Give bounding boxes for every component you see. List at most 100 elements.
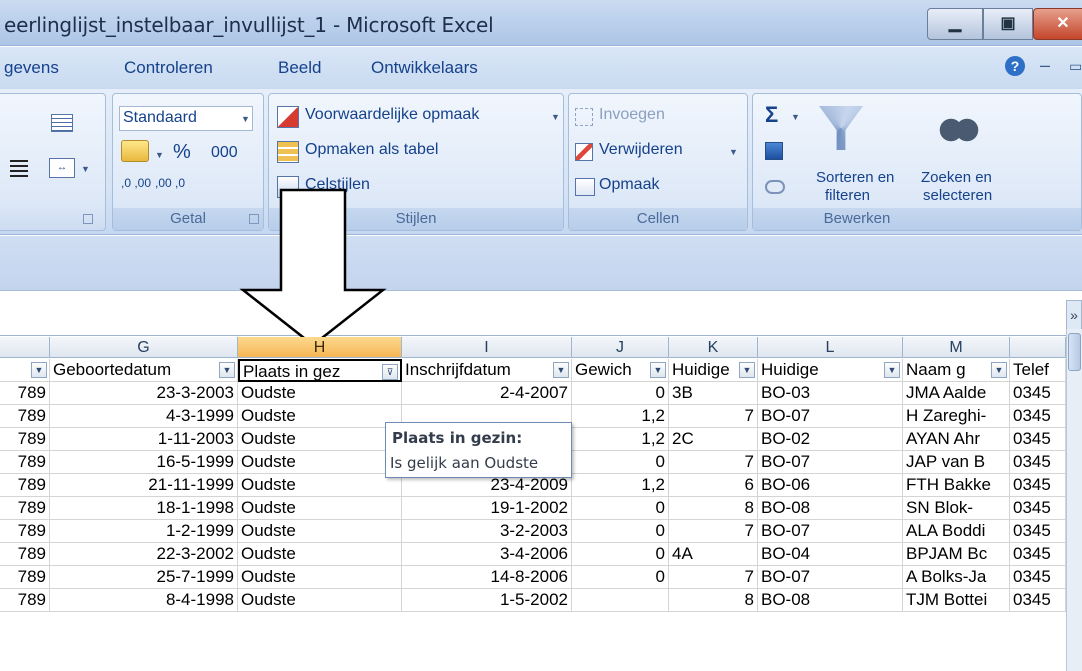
table-cell[interactable]: 789	[0, 566, 50, 589]
maximize-button[interactable]: ▣	[983, 8, 1033, 40]
filter-dropdown-icon[interactable]: ▼	[739, 362, 755, 378]
table-cell[interactable]: TJM Bottei	[903, 589, 1010, 612]
table-cell[interactable]: Oudste	[238, 428, 402, 451]
table-cell[interactable]: 1,2	[572, 428, 669, 451]
table-cell[interactable]: 0	[572, 566, 669, 589]
table-cell[interactable]: 25-7-1999	[50, 566, 238, 589]
autosum-icon[interactable]: Σ	[765, 102, 778, 128]
find-select-line1[interactable]: Zoeken en	[921, 169, 992, 186]
table-cell[interactable]: 0345	[1010, 566, 1066, 589]
table-cell[interactable]: BO-08	[758, 497, 903, 520]
help-icon[interactable]: ?	[1005, 56, 1025, 76]
table-cell[interactable]: 6	[669, 474, 758, 497]
table-cell[interactable]: 7	[669, 520, 758, 543]
table-cell[interactable]: Oudste	[238, 566, 402, 589]
table-cell[interactable]: 2-4-2007	[402, 382, 572, 405]
table-cell[interactable]: 21-11-1999	[50, 474, 238, 497]
header-cell[interactable]: Huidige ▼	[669, 359, 758, 382]
table-cell[interactable]: 0	[572, 382, 669, 405]
table-cell[interactable]: Oudste	[238, 589, 402, 612]
column-letter-M[interactable]: M	[903, 337, 1010, 358]
table-cell[interactable]: 18-1-1998	[50, 497, 238, 520]
tab-controleren[interactable]: Controleren	[124, 58, 213, 78]
minimize-button[interactable]: ▁	[927, 8, 983, 40]
table-cell[interactable]: 4-3-1999	[50, 405, 238, 428]
thousands-button[interactable]: 000	[211, 144, 238, 162]
filter-dropdown-icon[interactable]: ▼	[219, 362, 235, 378]
table-cell[interactable]: 0	[572, 497, 669, 520]
header-cell[interactable]: Geboortedatum ▼	[50, 359, 238, 382]
header-cell[interactable]: Naam g ▼	[903, 359, 1010, 382]
table-cell[interactable]: 19-1-2002	[402, 497, 572, 520]
header-cell[interactable]: Inschrijfdatum ▼	[402, 359, 572, 382]
table-cell[interactable]: BO-04	[758, 543, 903, 566]
table-cell[interactable]: FTH Bakke	[903, 474, 1010, 497]
find-select-line2[interactable]: selecteren	[923, 187, 992, 204]
table-cell[interactable]: 7	[669, 566, 758, 589]
format-as-table-button[interactable]: Opmaken als tabel	[305, 141, 438, 159]
percent-button[interactable]: %	[173, 141, 191, 164]
table-cell[interactable]: 8	[669, 497, 758, 520]
table-cell[interactable]: 3-4-2006	[402, 543, 572, 566]
header-cell[interactable]: Telef▼	[1010, 359, 1066, 382]
table-cell[interactable]: 0345	[1010, 520, 1066, 543]
decrease-decimal-button[interactable]: ,00 ,0	[155, 177, 185, 189]
merge-cells-icon[interactable]: ↔	[49, 158, 75, 178]
table-cell[interactable]	[572, 589, 669, 612]
table-cell[interactable]: BO-07	[758, 451, 903, 474]
table-cell[interactable]: 1-11-2003	[50, 428, 238, 451]
increase-decimal-button[interactable]: ,0 ,00	[121, 177, 151, 189]
formula-bar[interactable]	[0, 292, 1082, 336]
scrollbar-thumb[interactable]	[1068, 333, 1081, 371]
table-cell[interactable]: 22-3-2002	[50, 543, 238, 566]
table-cell[interactable]: 0	[572, 520, 669, 543]
table-cell[interactable]: 789	[0, 428, 50, 451]
sort-filter-line1[interactable]: Sorteren en	[816, 169, 894, 186]
table-cell[interactable]: Oudste	[238, 474, 402, 497]
table-cell[interactable]: 1,2	[572, 474, 669, 497]
tab-gegevens[interactable]: gevens	[4, 58, 59, 78]
format-cells-button[interactable]: Opmaak	[599, 176, 659, 194]
table-cell[interactable]: 0	[572, 543, 669, 566]
column-letter-J[interactable]: J	[572, 337, 669, 358]
table-cell[interactable]: SN Blok-	[903, 497, 1010, 520]
delete-button[interactable]: Verwijderen	[599, 141, 683, 159]
table-cell[interactable]: Oudste	[238, 520, 402, 543]
column-letter-I[interactable]: I	[402, 337, 572, 358]
table-cell[interactable]: 1-2-1999	[50, 520, 238, 543]
align-right-icon[interactable]	[10, 160, 28, 178]
table-cell[interactable]: BO-08	[758, 589, 903, 612]
table-cell[interactable]: 789	[0, 382, 50, 405]
table-cell[interactable]	[669, 382, 758, 405]
currency-dropdown-icon[interactable]: ▼	[155, 150, 164, 160]
ribbon-restore-icon[interactable]: ▭	[1069, 58, 1082, 74]
table-cell[interactable]: 0345	[1010, 474, 1066, 497]
fill-icon[interactable]	[765, 142, 783, 160]
vertical-scrollbar[interactable]	[1066, 329, 1082, 671]
currency-icon[interactable]	[121, 140, 149, 162]
filter-dropdown-icon[interactable]: ▼	[650, 362, 666, 378]
header-cell[interactable]: Gewich ▼	[572, 359, 669, 382]
table-cell[interactable]: BO-07	[758, 405, 903, 428]
table-cell[interactable]: 789	[0, 451, 50, 474]
header-cell[interactable]: Huidige ▼	[758, 359, 903, 382]
table-cell[interactable]: 8-4-1998	[50, 589, 238, 612]
header-cell[interactable]: ▼	[0, 359, 50, 382]
table-cell[interactable]: 0345	[1010, 428, 1066, 451]
table-cell[interactable]: 789	[0, 497, 50, 520]
table-cell[interactable]: BO-07	[758, 566, 903, 589]
column-letter-L[interactable]: L	[758, 337, 903, 358]
table-cell[interactable]: 789	[0, 520, 50, 543]
table-cell[interactable]: JMA Aalde	[903, 382, 1010, 405]
filter-dropdown-icon[interactable]: ▼	[884, 362, 900, 378]
expand-formula-bar-icon[interactable]: »	[1066, 300, 1082, 330]
delete-dropdown-icon[interactable]: ▼	[729, 147, 738, 157]
column-letter-G[interactable]: G	[50, 337, 238, 358]
tab-beeld[interactable]: Beeld	[278, 58, 321, 78]
table-cell[interactable]: 7	[669, 405, 758, 428]
header-cell[interactable]: Plaats in gez ⊽	[238, 359, 402, 382]
table-cell[interactable]: ALA Boddi	[903, 520, 1010, 543]
filter-dropdown-icon[interactable]: ▼	[31, 362, 47, 378]
table-cell[interactable]	[669, 543, 758, 566]
table-cell[interactable]: 789	[0, 589, 50, 612]
